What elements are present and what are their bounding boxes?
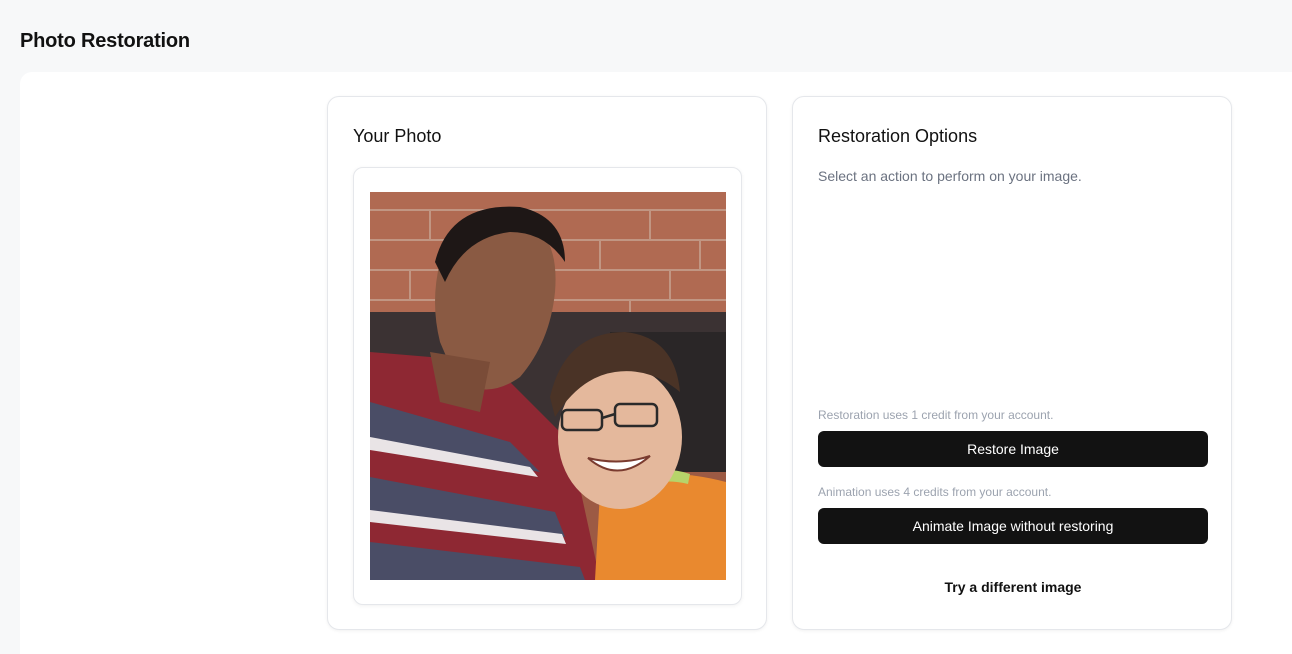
try-different-image-button[interactable]: Try a different image: [818, 575, 1208, 599]
restore-image-button[interactable]: Restore Image: [818, 431, 1208, 467]
photo-card: Your Photo: [327, 96, 767, 630]
options-subtitle: Select an action to perform on your imag…: [818, 168, 1082, 184]
uploaded-photo: [370, 192, 726, 580]
photo-frame: [353, 167, 742, 605]
animate-credit-note: Animation uses 4 credits from your accou…: [818, 485, 1052, 499]
options-card-heading: Restoration Options: [818, 126, 978, 146]
restore-credit-note: Restoration uses 1 credit from your acco…: [818, 408, 1054, 422]
animate-image-button[interactable]: Animate Image without restoring: [818, 508, 1208, 544]
options-card: Restoration Options Select an action to …: [792, 96, 1232, 630]
page-title: Photo Restoration: [20, 30, 190, 52]
photo-card-heading: Your Photo: [353, 126, 442, 146]
